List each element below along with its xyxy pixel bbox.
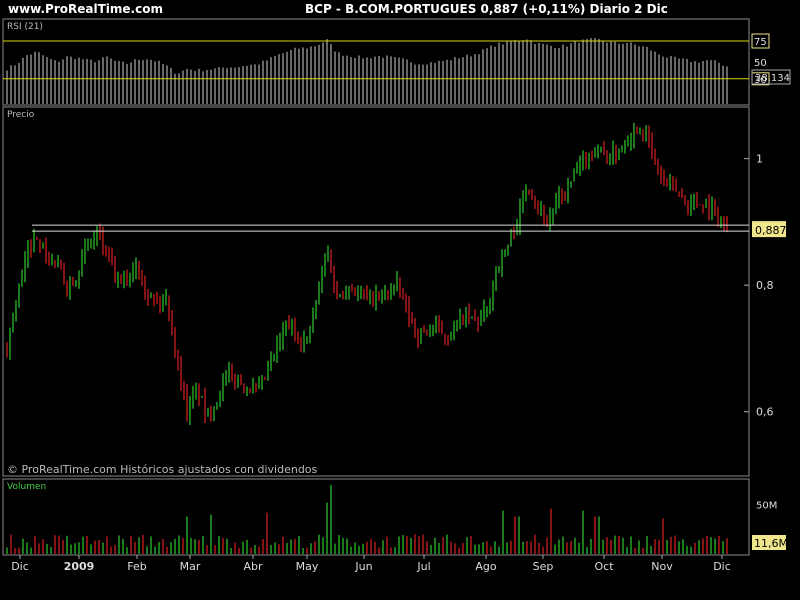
last-volume-label: 11,6M (754, 537, 788, 550)
x-tick-label: Feb (127, 560, 146, 573)
watermark: © ProRealTime.com Históricos ajustados c… (7, 463, 318, 476)
price-tick-label: 1 (756, 153, 763, 166)
rsi-last-value: 38,134 (755, 73, 790, 84)
rsi-tick-label: 75 (754, 37, 767, 48)
x-tick-label: Dic (11, 560, 29, 573)
last-price-label: 0,887 (755, 224, 787, 237)
price-tick-label: 0,8 (756, 279, 774, 292)
volume-panel (2, 478, 750, 556)
x-tick-label: Dic (713, 560, 731, 573)
x-tick-label: Ago (475, 560, 497, 573)
price-label: Precio (7, 110, 35, 120)
rsi-tick-label: 50 (754, 58, 767, 69)
chart-canvas: RSI (21) Precio Volumen © ProRealTime.co… (2, 18, 791, 573)
x-tick-label: Nov (651, 560, 673, 573)
price-tick-label: 0,6 (756, 406, 774, 419)
rsi-label: RSI (21) (7, 22, 43, 32)
x-tick-label: Jul (416, 560, 430, 573)
volume-tick-label: 50M (756, 501, 777, 512)
volume-label: Volumen (7, 482, 46, 492)
x-tick-label: Mar (180, 560, 201, 573)
x-tick-label: May (296, 560, 319, 573)
x-tick-label: 2009 (64, 560, 95, 573)
x-tick-label: Jun (354, 560, 372, 573)
x-tick-label: Oct (594, 560, 614, 573)
x-tick-label: Abr (243, 560, 263, 573)
x-tick-label: Sep (533, 560, 554, 573)
